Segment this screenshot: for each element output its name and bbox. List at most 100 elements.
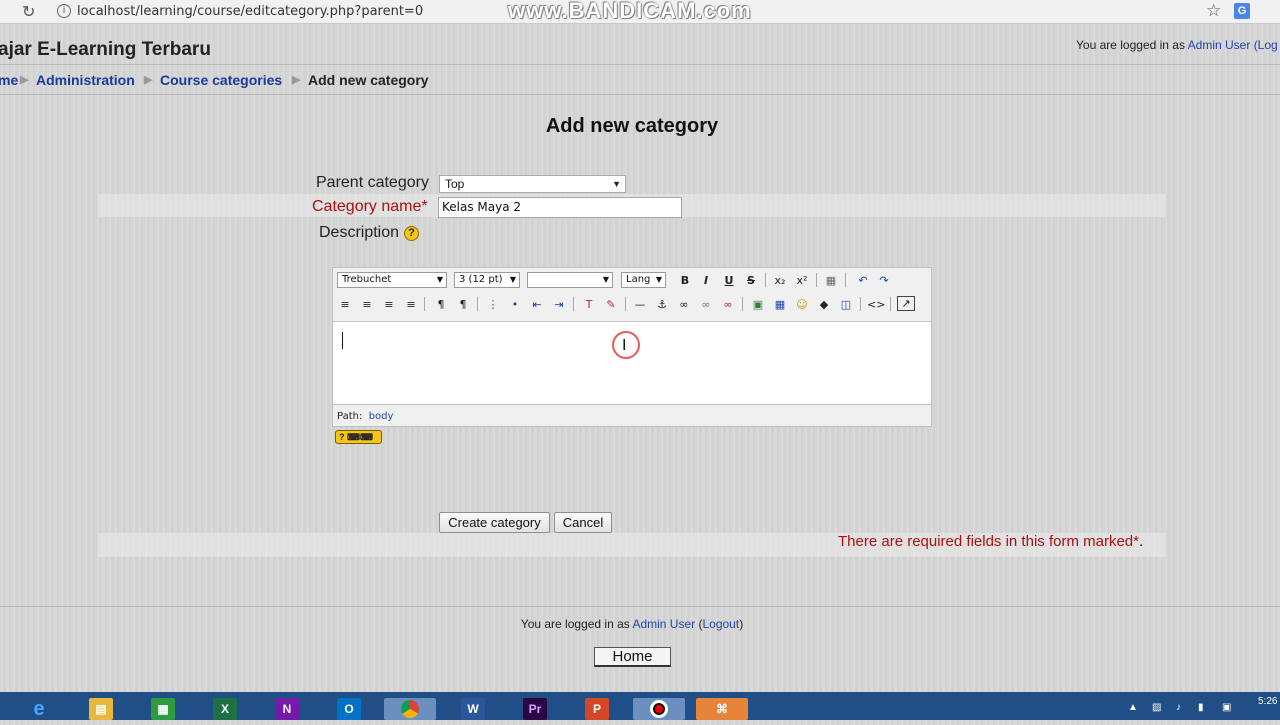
underline-icon[interactable]: U — [720, 272, 738, 289]
required-note-text: There are required fields in this form m… — [838, 533, 1134, 550]
home-button[interactable]: Home — [594, 647, 671, 667]
excel-icon[interactable]: X — [213, 698, 237, 720]
required-mark: * — [421, 198, 428, 215]
search-replace-icon[interactable]: ◫ — [837, 296, 855, 313]
breadcrumb-separator-icon: ▶ — [144, 74, 153, 86]
outlook-icon[interactable]: O — [337, 698, 361, 720]
breadcrumb-separator-icon: ▶ — [292, 74, 301, 86]
lang-select[interactable]: Lang ▼ — [621, 272, 666, 288]
toolbar-divider — [742, 297, 743, 311]
insert-table-icon[interactable]: ▦ — [771, 296, 789, 313]
editor-toolbar-row-2: ≡ ≡ ≡ ≡ ¶ ¶ ⋮ • ⇤ ⇥ T ✎ — ⚓ ∞ ∞ ∞ ▣ ▦ ☺ … — [333, 292, 931, 316]
bold-icon[interactable]: B — [676, 272, 694, 289]
heading-select[interactable]: ▼ — [527, 272, 613, 288]
horizontal-rule-icon[interactable]: — — [631, 296, 649, 313]
font-family-select[interactable]: Trebuchet ▼ — [337, 272, 447, 288]
tray-chevron-icon[interactable]: ▲ — [1128, 702, 1138, 713]
font-family-value: Trebuchet — [342, 274, 392, 285]
path-body-link[interactable]: body — [369, 411, 394, 422]
page-title: Add new category — [545, 115, 719, 137]
url-field[interactable]: localhost/learning/course/editcategory.p… — [77, 4, 423, 19]
ordered-list-icon[interactable]: ⋮ — [484, 296, 502, 313]
breadcrumb-home[interactable]: me — [0, 72, 18, 88]
background-color-icon[interactable]: ✎ — [602, 296, 620, 313]
site-header: ajar E-Learning Terbaru You are logged i… — [0, 24, 1280, 64]
superscript-icon[interactable]: x² — [793, 272, 811, 289]
xampp-icon[interactable]: ⌘ — [696, 698, 748, 720]
html-source-icon[interactable]: <> — [867, 296, 885, 313]
anchor-icon[interactable]: ⚓ — [653, 296, 671, 313]
browser-address-bar: ↻ i localhost/learning/course/editcatego… — [0, 0, 1280, 24]
reload-icon[interactable]: ↻ — [22, 2, 35, 22]
align-center-icon[interactable]: ≡ — [358, 296, 376, 313]
toolbar-divider — [890, 297, 891, 311]
link-icon[interactable]: ∞ — [675, 296, 693, 313]
help-icon[interactable]: ? — [404, 226, 419, 241]
login-prefix: You are logged in as — [1076, 38, 1188, 52]
ltr-icon[interactable]: ¶ — [432, 296, 450, 313]
description-label: Description — [319, 224, 400, 241]
toolbar-divider — [424, 297, 425, 311]
store-icon[interactable]: ▦ — [151, 698, 175, 720]
premiere-icon[interactable]: Pr — [523, 698, 547, 720]
parent-category-select[interactable]: Top ▼ — [439, 175, 626, 193]
onenote-icon[interactable]: N — [275, 698, 299, 720]
toolbar-divider — [765, 273, 766, 287]
undo-icon[interactable]: ↶ — [854, 272, 872, 289]
bookmark-star-icon[interactable]: ☆ — [1206, 1, 1221, 21]
smiley-icon[interactable]: ☺ — [793, 296, 811, 313]
align-left-icon[interactable]: ≡ — [336, 296, 354, 313]
clock-time[interactable]: 5:26 — [1258, 696, 1277, 707]
footer-user-link[interactable]: Admin User — [632, 617, 695, 631]
strikethrough-icon[interactable]: S — [742, 272, 760, 289]
breadcrumb-administration[interactable]: Administration — [36, 72, 135, 88]
font-size-select[interactable]: 3 (12 pt) ▼ — [454, 272, 520, 288]
editor-path-bar: Path: body — [337, 411, 393, 422]
toolbar-divider — [573, 297, 574, 311]
volume-icon[interactable]: ♪ — [1176, 702, 1181, 713]
redo-icon[interactable]: ↷ — [875, 272, 893, 289]
outdent-icon[interactable]: ⇤ — [528, 296, 546, 313]
bandicam-icon[interactable] — [633, 698, 685, 720]
indent-icon[interactable]: ⇥ — [550, 296, 568, 313]
site-title: ajar E-Learning Terbaru — [0, 39, 211, 60]
clean-word-icon[interactable]: ▦ — [822, 272, 840, 289]
breadcrumb: me ▶ Administration ▶ Course categories … — [0, 64, 1280, 95]
justify-icon[interactable]: ≡ — [402, 296, 420, 313]
italic-icon[interactable]: I — [697, 272, 715, 289]
unlink-icon[interactable]: ∞ — [697, 296, 715, 313]
network-icon[interactable]: ▧ — [1152, 702, 1161, 713]
unordered-list-icon[interactable]: • — [506, 296, 524, 313]
subscript-icon[interactable]: x₂ — [771, 272, 789, 289]
insert-image-icon[interactable]: ▣ — [749, 296, 767, 313]
rtl-icon[interactable]: ¶ — [454, 296, 472, 313]
chrome-icon[interactable] — [384, 698, 436, 720]
toolbar-divider — [477, 297, 478, 311]
site-info-icon[interactable]: i — [57, 4, 71, 18]
align-right-icon[interactable]: ≡ — [380, 296, 398, 313]
special-char-icon[interactable]: ◆ — [815, 296, 833, 313]
cancel-button[interactable]: Cancel — [554, 512, 612, 533]
create-category-button[interactable]: Create category — [439, 512, 550, 533]
action-center-icon[interactable]: ▣ — [1222, 702, 1231, 713]
fullscreen-icon[interactable]: ↗ — [897, 296, 915, 311]
user-link[interactable]: Admin User — [1188, 38, 1251, 52]
translate-extension-icon[interactable]: G — [1234, 3, 1250, 19]
toolbar-divider — [845, 273, 846, 287]
category-name-input[interactable]: Kelas Maya 2 — [438, 197, 682, 218]
word-icon[interactable]: W — [461, 698, 485, 720]
parent-category-value: Top — [445, 177, 465, 191]
logout-link[interactable]: (Log — [1254, 38, 1278, 52]
required-note-dot: . — [1138, 533, 1144, 550]
powerpoint-icon[interactable]: P — [585, 698, 609, 720]
battery-icon[interactable]: ▮ — [1198, 702, 1204, 713]
toolbar-divider — [816, 273, 817, 287]
footer-logout-link[interactable]: Logout — [702, 617, 739, 631]
file-explorer-icon[interactable]: ▤ — [89, 698, 113, 720]
breadcrumb-course-categories[interactable]: Course categories — [160, 72, 282, 88]
lang-value: Lang — [626, 274, 651, 285]
nolink-icon[interactable]: ∞ — [719, 296, 737, 313]
ie-icon[interactable]: e — [27, 698, 51, 720]
keyboard-help-icon[interactable]: ? ⌨⌨ — [335, 430, 382, 444]
text-color-icon[interactable]: T — [580, 296, 598, 313]
